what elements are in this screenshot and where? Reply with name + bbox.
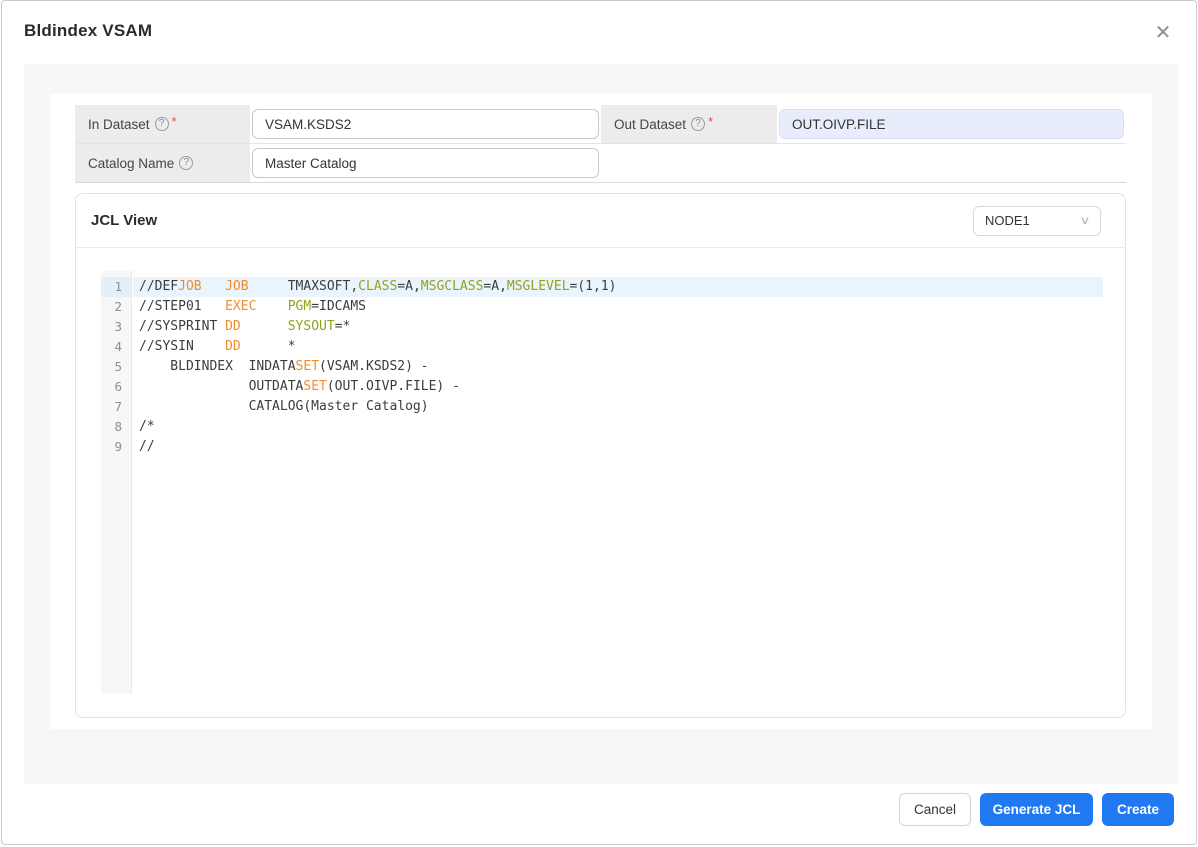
code-line: //DEFJOB JOB TMAXSOFT,CLASS=A,MSGCLASS=A… [133,277,1103,297]
catalog-name-label: Catalog Name [88,156,174,171]
out-dataset-label-cell: Out Dataset ? * [601,105,777,143]
help-icon[interactable]: ? [155,117,169,131]
code-line: /* [133,417,1103,437]
out-dataset-label: Out Dataset [614,117,686,132]
out-dataset-input[interactable] [779,109,1124,139]
in-dataset-input-cell [250,105,601,143]
code-line: BLDINDEX INDATASET(VSAM.KSDS2) - [133,357,1103,377]
empty-cell [601,144,1126,182]
node-select[interactable]: NODE1 ∨ [973,206,1101,236]
jcl-view-header: JCL View NODE1 ∨ [76,194,1125,248]
line-number: 8 [101,417,131,437]
help-icon[interactable]: ? [179,156,193,170]
required-mark: * [708,114,713,129]
code-line: //SYSPRINT DD SYSOUT=* [133,317,1103,337]
code-line: // [133,437,1103,457]
required-mark: * [172,114,177,129]
in-dataset-label-cell: In Dataset ? * [75,105,250,143]
code-line: CATALOG(Master Catalog) [133,397,1103,417]
line-number: 3 [101,317,131,337]
code-editor[interactable]: 123456789 //DEFJOB JOB TMAXSOFT,CLASS=A,… [101,271,1103,694]
in-dataset-label: In Dataset [88,117,150,132]
cancel-button[interactable]: Cancel [899,793,971,826]
bldindex-vsam-dialog: Bldindex VSAM ✕ In Dataset ? * Out Datas… [1,0,1197,845]
line-number-gutter: 123456789 [101,271,132,694]
code-lines: //DEFJOB JOB TMAXSOFT,CLASS=A,MSGCLASS=A… [133,271,1103,457]
chevron-down-icon: ∨ [1079,214,1090,227]
line-number: 9 [101,437,131,457]
generate-jcl-button[interactable]: Generate JCL [980,793,1093,826]
catalog-name-input-cell [250,144,601,182]
line-number: 2 [101,297,131,317]
line-number: 5 [101,357,131,377]
code-line: //SYSIN DD * [133,337,1103,357]
form-row-2: Catalog Name ? [75,144,1126,182]
table-bottom-border [75,182,1126,183]
out-dataset-input-cell [777,105,1126,143]
line-number: 4 [101,337,131,357]
code-line: OUTDATASET(OUT.OIVP.FILE) - [133,377,1103,397]
dataset-form-table: In Dataset ? * Out Dataset ? * [75,105,1126,183]
jcl-view-panel: JCL View NODE1 ∨ 123456789 //DEFJOB JOB … [75,193,1126,718]
catalog-name-input[interactable] [252,148,599,178]
dialog-footer: Cancel Generate JCL Create [899,793,1174,826]
code-line: //STEP01 EXEC PGM=IDCAMS [133,297,1103,317]
line-number: 6 [101,377,131,397]
in-dataset-input[interactable] [252,109,599,139]
catalog-name-label-cell: Catalog Name ? [75,144,250,182]
node-select-value: NODE1 [985,213,1030,228]
jcl-view-title: JCL View [91,212,157,229]
line-number: 7 [101,397,131,417]
create-button[interactable]: Create [1102,793,1174,826]
form-row-1: In Dataset ? * Out Dataset ? * [75,105,1126,143]
dialog-content-area: In Dataset ? * Out Dataset ? * [24,64,1178,784]
line-number: 1 [101,277,131,297]
close-icon[interactable]: ✕ [1150,19,1176,45]
help-icon[interactable]: ? [691,117,705,131]
dialog-title: Bldindex VSAM [24,21,152,41]
content-panel: In Dataset ? * Out Dataset ? * [50,94,1152,729]
